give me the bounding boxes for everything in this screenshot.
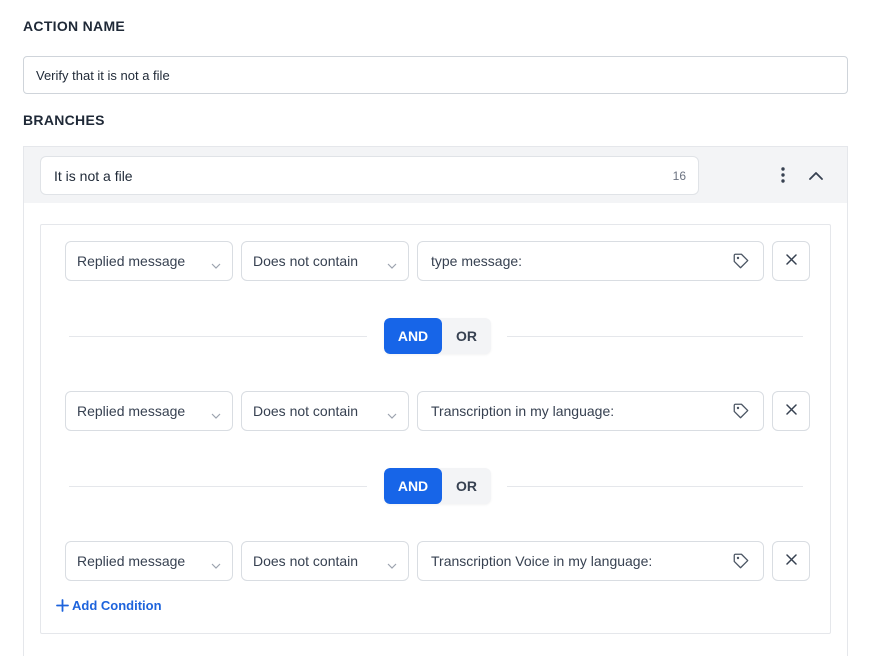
- field-select-value: Replied message: [77, 553, 186, 569]
- action-name-label: ACTION NAME: [23, 18, 126, 34]
- action-name-input[interactable]: [23, 56, 848, 94]
- chevron-down-icon: [211, 556, 221, 572]
- operator-select-value: Does not contain: [253, 553, 359, 569]
- or-option[interactable]: OR: [442, 468, 491, 504]
- operator-select[interactable]: Does not contain: [241, 541, 409, 581]
- add-condition-label: Add Condition: [72, 598, 162, 613]
- remove-condition-button[interactable]: [772, 391, 810, 431]
- field-select-value: Replied message: [77, 403, 186, 419]
- chevron-down-icon: [211, 406, 221, 422]
- chevron-down-icon: [211, 256, 221, 272]
- condition-row: Replied message Does not contain Transcr…: [65, 391, 811, 431]
- operator-select[interactable]: Does not contain: [241, 391, 409, 431]
- close-icon: [785, 552, 797, 570]
- and-or-toggle: AND OR: [384, 318, 491, 354]
- plus-icon: [56, 599, 69, 612]
- operator-select-value: Does not contain: [253, 403, 359, 419]
- chevron-down-icon: [387, 256, 397, 272]
- branch-name-text: It is not a file: [54, 167, 133, 184]
- close-icon: [785, 252, 797, 270]
- kebab-menu-icon[interactable]: [773, 165, 793, 185]
- condition-value-input[interactable]: Transcription in my language:: [417, 391, 764, 431]
- field-select[interactable]: Replied message: [65, 391, 233, 431]
- or-option[interactable]: OR: [442, 318, 491, 354]
- and-option[interactable]: AND: [384, 318, 442, 354]
- branches-label: BRANCHES: [23, 112, 105, 128]
- connector-row: AND OR: [69, 468, 803, 504]
- chevron-down-icon: [387, 556, 397, 572]
- remove-condition-button[interactable]: [772, 241, 810, 281]
- connector-row: AND OR: [69, 318, 803, 354]
- and-option[interactable]: AND: [384, 468, 442, 504]
- branch-name-char-count: 16: [672, 168, 686, 183]
- condition-value-text: type message:: [431, 253, 523, 269]
- divider-line: [507, 336, 803, 337]
- chevron-down-icon: [387, 406, 397, 422]
- branch-header: It is not a file 16: [24, 147, 847, 203]
- field-select-value: Replied message: [77, 253, 186, 269]
- divider-line: [69, 486, 367, 487]
- branch-panel: It is not a file 16 Replied message Does…: [23, 146, 848, 656]
- chevron-up-icon[interactable]: [806, 165, 826, 185]
- condition-row: Replied message Does not contain Transcr…: [65, 541, 811, 581]
- operator-select-value: Does not contain: [253, 253, 359, 269]
- branch-name-field[interactable]: It is not a file 16: [40, 156, 699, 195]
- divider-line: [507, 486, 803, 487]
- field-select[interactable]: Replied message: [65, 241, 233, 281]
- and-or-toggle: AND OR: [384, 468, 491, 504]
- tag-icon[interactable]: [732, 252, 750, 273]
- condition-value-input[interactable]: Transcription Voice in my language:: [417, 541, 764, 581]
- add-condition-button[interactable]: Add Condition: [56, 598, 162, 613]
- condition-value-text: Transcription in my language:: [431, 403, 615, 419]
- conditions-card: Replied message Does not contain type me…: [40, 224, 831, 634]
- condition-value-input[interactable]: type message:: [417, 241, 764, 281]
- operator-select[interactable]: Does not contain: [241, 241, 409, 281]
- remove-condition-button[interactable]: [772, 541, 810, 581]
- close-icon: [785, 402, 797, 420]
- tag-icon[interactable]: [732, 552, 750, 573]
- field-select[interactable]: Replied message: [65, 541, 233, 581]
- condition-value-text: Transcription Voice in my language:: [431, 553, 653, 569]
- divider-line: [69, 336, 367, 337]
- tag-icon[interactable]: [732, 402, 750, 423]
- condition-row: Replied message Does not contain type me…: [65, 241, 811, 281]
